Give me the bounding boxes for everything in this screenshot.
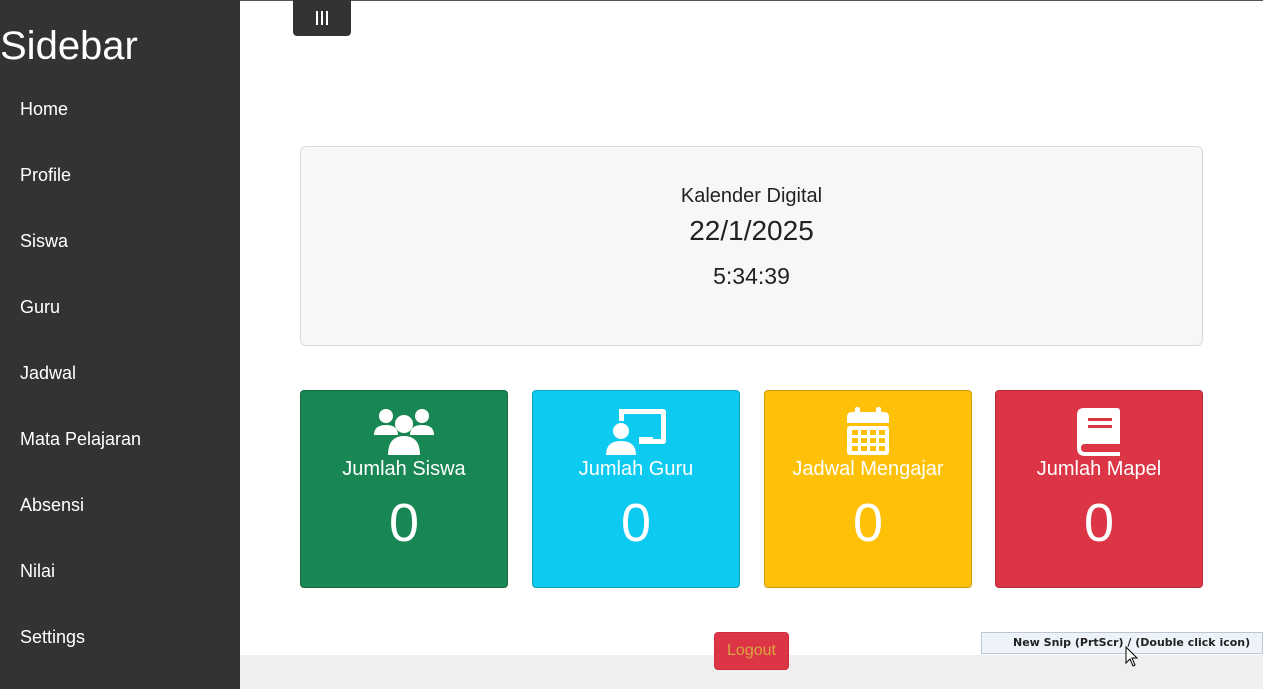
card-value: 0 — [620, 493, 652, 553]
top-border — [240, 0, 1263, 1]
hamburger-icon — [316, 11, 328, 25]
sidebar-item-nilai[interactable]: Nilai — [20, 559, 55, 583]
sidebar: Sidebar Home Profile Siswa Guru Jadwal M… — [0, 0, 240, 689]
sidebar-title: Sidebar — [0, 24, 138, 68]
card-jadwal-mengajar[interactable]: Jadwal Mengajar 0 — [764, 390, 972, 588]
book-icon — [996, 407, 1202, 457]
sidebar-item-mata-pelajaran[interactable]: Mata Pelajaran — [20, 427, 141, 451]
digital-calendar: Kalender Digital 22/1/2025 5:34:39 — [300, 146, 1203, 346]
card-label: Jumlah Siswa — [342, 458, 466, 480]
teacher-icon — [533, 407, 739, 457]
sidebar-item-settings[interactable]: Settings — [20, 625, 85, 649]
card-label: Jadwal Mengajar — [792, 458, 944, 480]
card-label: Jumlah Guru — [578, 458, 694, 480]
logout-button[interactable]: Logout — [714, 632, 789, 670]
card-value: 0 — [1083, 493, 1115, 553]
sidebar-item-guru[interactable]: Guru — [20, 295, 60, 319]
card-value: 0 — [852, 493, 884, 553]
users-icon — [301, 407, 507, 457]
card-jumlah-siswa[interactable]: Jumlah Siswa 0 — [300, 390, 508, 588]
sidebar-item-home[interactable]: Home — [20, 97, 68, 121]
card-jumlah-guru[interactable]: Jumlah Guru 0 — [532, 390, 740, 588]
mouse-cursor-icon — [1125, 646, 1139, 667]
calendar-time: 5:34:39 — [713, 263, 790, 289]
calendar-title: Kalender Digital — [680, 185, 823, 207]
sidebar-item-profile[interactable]: Profile — [20, 163, 71, 187]
sidebar-item-absensi[interactable]: Absensi — [20, 493, 84, 517]
sidebar-item-siswa[interactable]: Siswa — [20, 229, 68, 253]
card-value: 0 — [388, 493, 420, 553]
sidebar-item-jadwal[interactable]: Jadwal — [20, 361, 76, 385]
card-jumlah-mapel[interactable]: Jumlah Mapel 0 — [995, 390, 1203, 588]
calendar-icon — [765, 407, 971, 457]
sidebar-toggle-button[interactable] — [293, 0, 351, 36]
calendar-date: 22/1/2025 — [689, 215, 814, 246]
card-label: Jumlah Mapel — [1036, 458, 1162, 480]
snip-tooltip: New Snip (PrtScr) / (Double click icon) — [981, 632, 1263, 654]
